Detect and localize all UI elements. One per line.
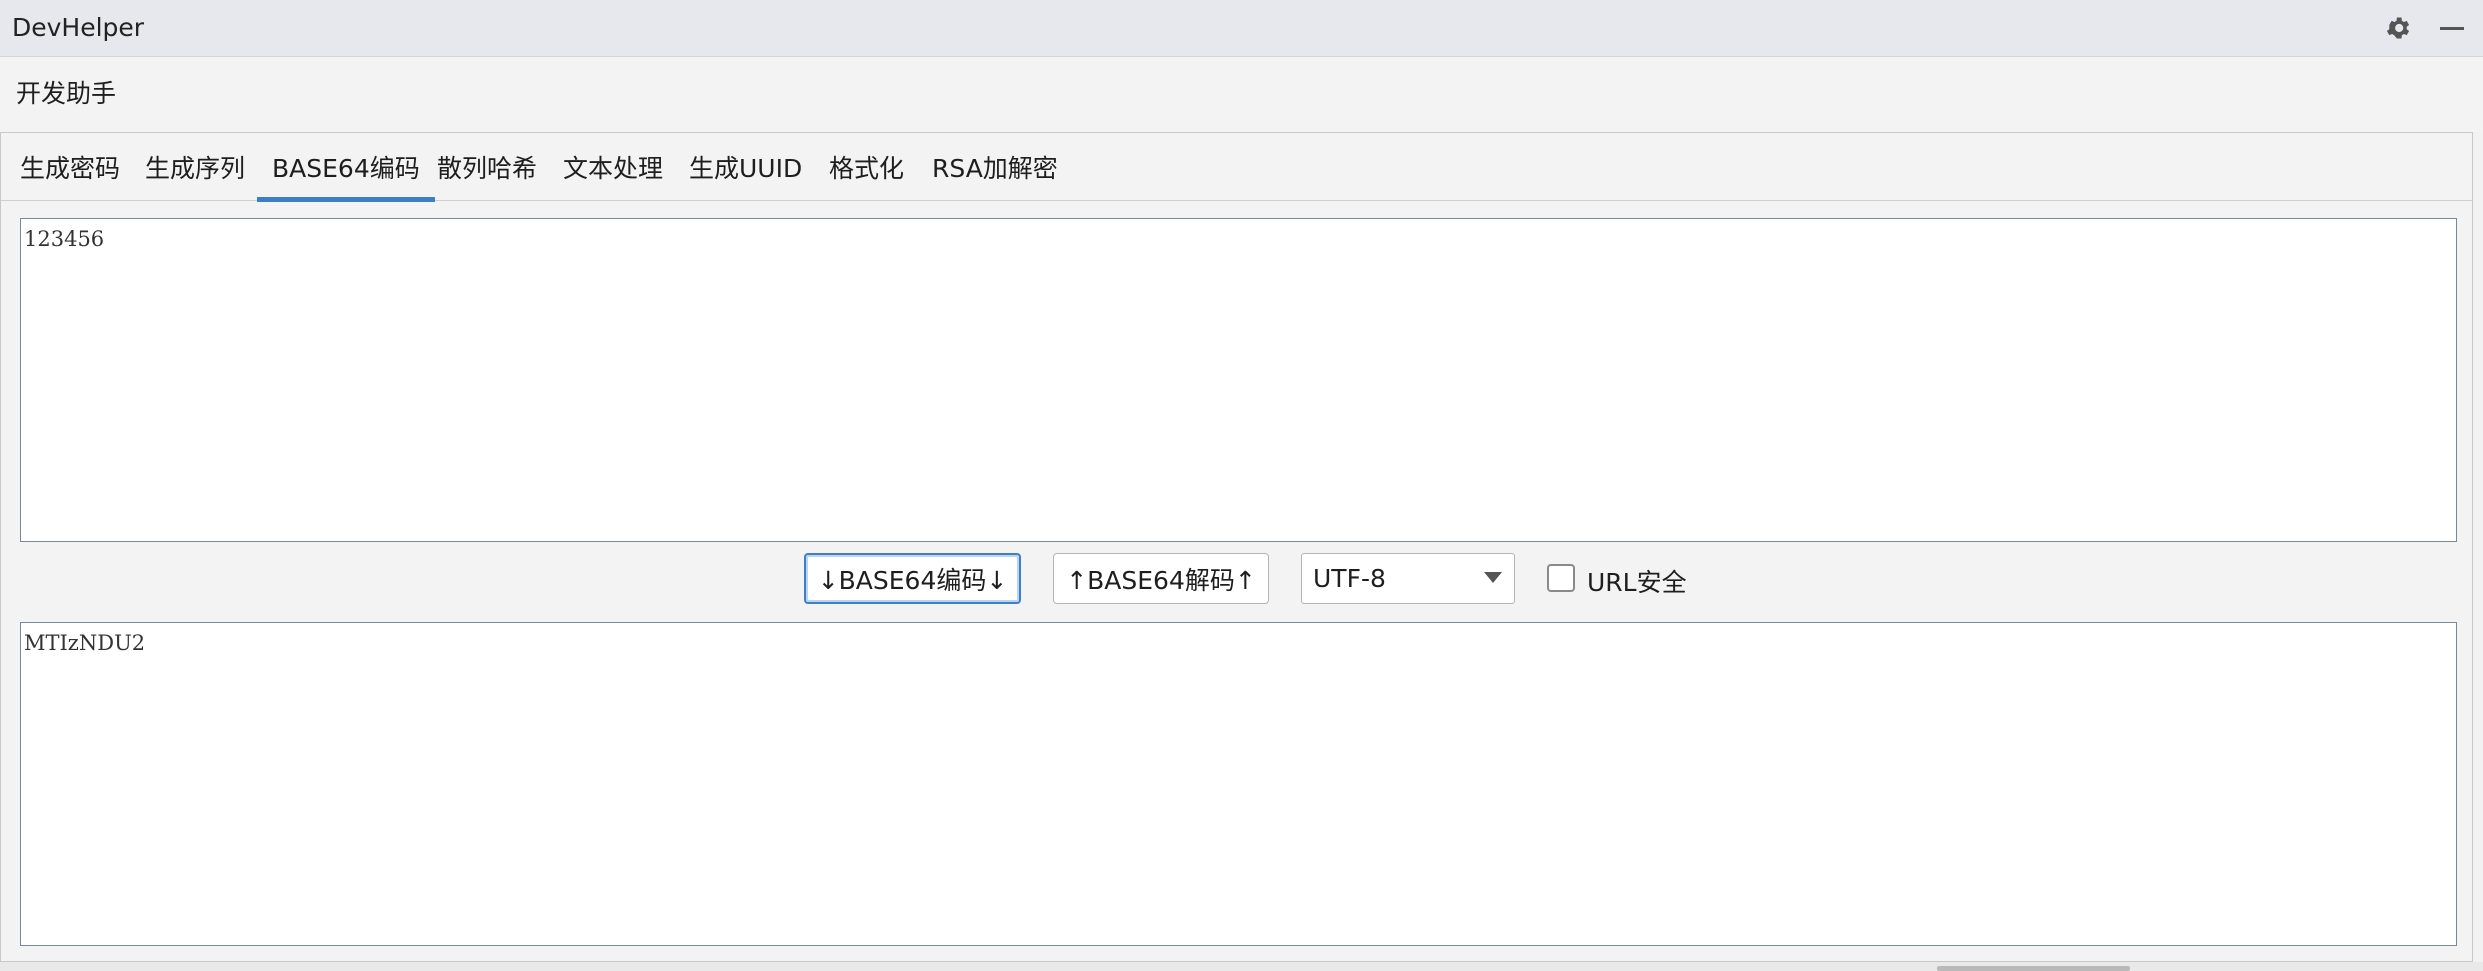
decode-button[interactable]: ↑BASE64解码↑ [1053, 553, 1269, 604]
tab-label: 格式化 [829, 154, 905, 183]
tab-text-processing[interactable]: 文本处理 [548, 133, 678, 201]
input-textarea[interactable]: 123456 [20, 218, 2457, 542]
tab-label: 文本处理 [563, 154, 664, 183]
charset-select[interactable]: UTF-8 [1301, 553, 1515, 604]
settings-button[interactable] [2380, 10, 2416, 46]
tab-generate-uuid[interactable]: 生成UUID [674, 133, 817, 201]
title-bar: DevHelper [0, 0, 2483, 57]
tab-label: 散列哈希 [437, 154, 538, 183]
tab-label: BASE64编码 [272, 154, 420, 183]
tab-bar: 生成密码 生成序列 BASE64编码 散列哈希 文本处理 生成UUID 格式化 … [1, 133, 2472, 202]
tab-label: RSA加解密 [932, 154, 1058, 183]
tab-format[interactable]: 格式化 [814, 133, 919, 201]
tab-label: 生成序列 [145, 154, 246, 183]
controls-row: ↓BASE64编码↓ ↑BASE64解码↑ UTF-8 URL安全 [1, 553, 2472, 609]
app-window: DevHelper 开发助手 生成密码 生成序列 BASE64编码 散列哈希 文… [0, 0, 2483, 971]
main-panel: 生成密码 生成序列 BASE64编码 散列哈希 文本处理 生成UUID 格式化 … [0, 132, 2473, 962]
url-safe-checkbox[interactable] [1547, 564, 1575, 592]
charset-value: UTF-8 [1313, 564, 1386, 593]
encode-button[interactable]: ↓BASE64编码↓ [804, 553, 1021, 604]
tab-hash[interactable]: 散列哈希 [422, 133, 552, 201]
window-title: DevHelper [12, 13, 145, 42]
app-subtitle: 开发助手 [16, 79, 117, 108]
tab-label: 生成UUID [689, 154, 803, 183]
chevron-down-icon [1484, 572, 1502, 583]
horizontal-scrollbar[interactable] [1937, 966, 2130, 971]
gear-icon [2386, 17, 2410, 39]
minimize-button[interactable] [2434, 10, 2470, 46]
output-textarea[interactable]: MTIzNDU2 [20, 622, 2457, 946]
tab-rsa[interactable]: RSA加解密 [917, 133, 1073, 201]
tab-generate-password[interactable]: 生成密码 [5, 133, 135, 201]
tab-base64[interactable]: BASE64编码 [257, 133, 435, 202]
minimize-icon [2440, 27, 2464, 30]
header-strip: 开发助手 [0, 57, 2483, 132]
tab-label: 生成密码 [20, 154, 121, 183]
url-safe-label[interactable]: URL安全 [1587, 563, 1687, 599]
tab-generate-sequence[interactable]: 生成序列 [130, 133, 260, 201]
